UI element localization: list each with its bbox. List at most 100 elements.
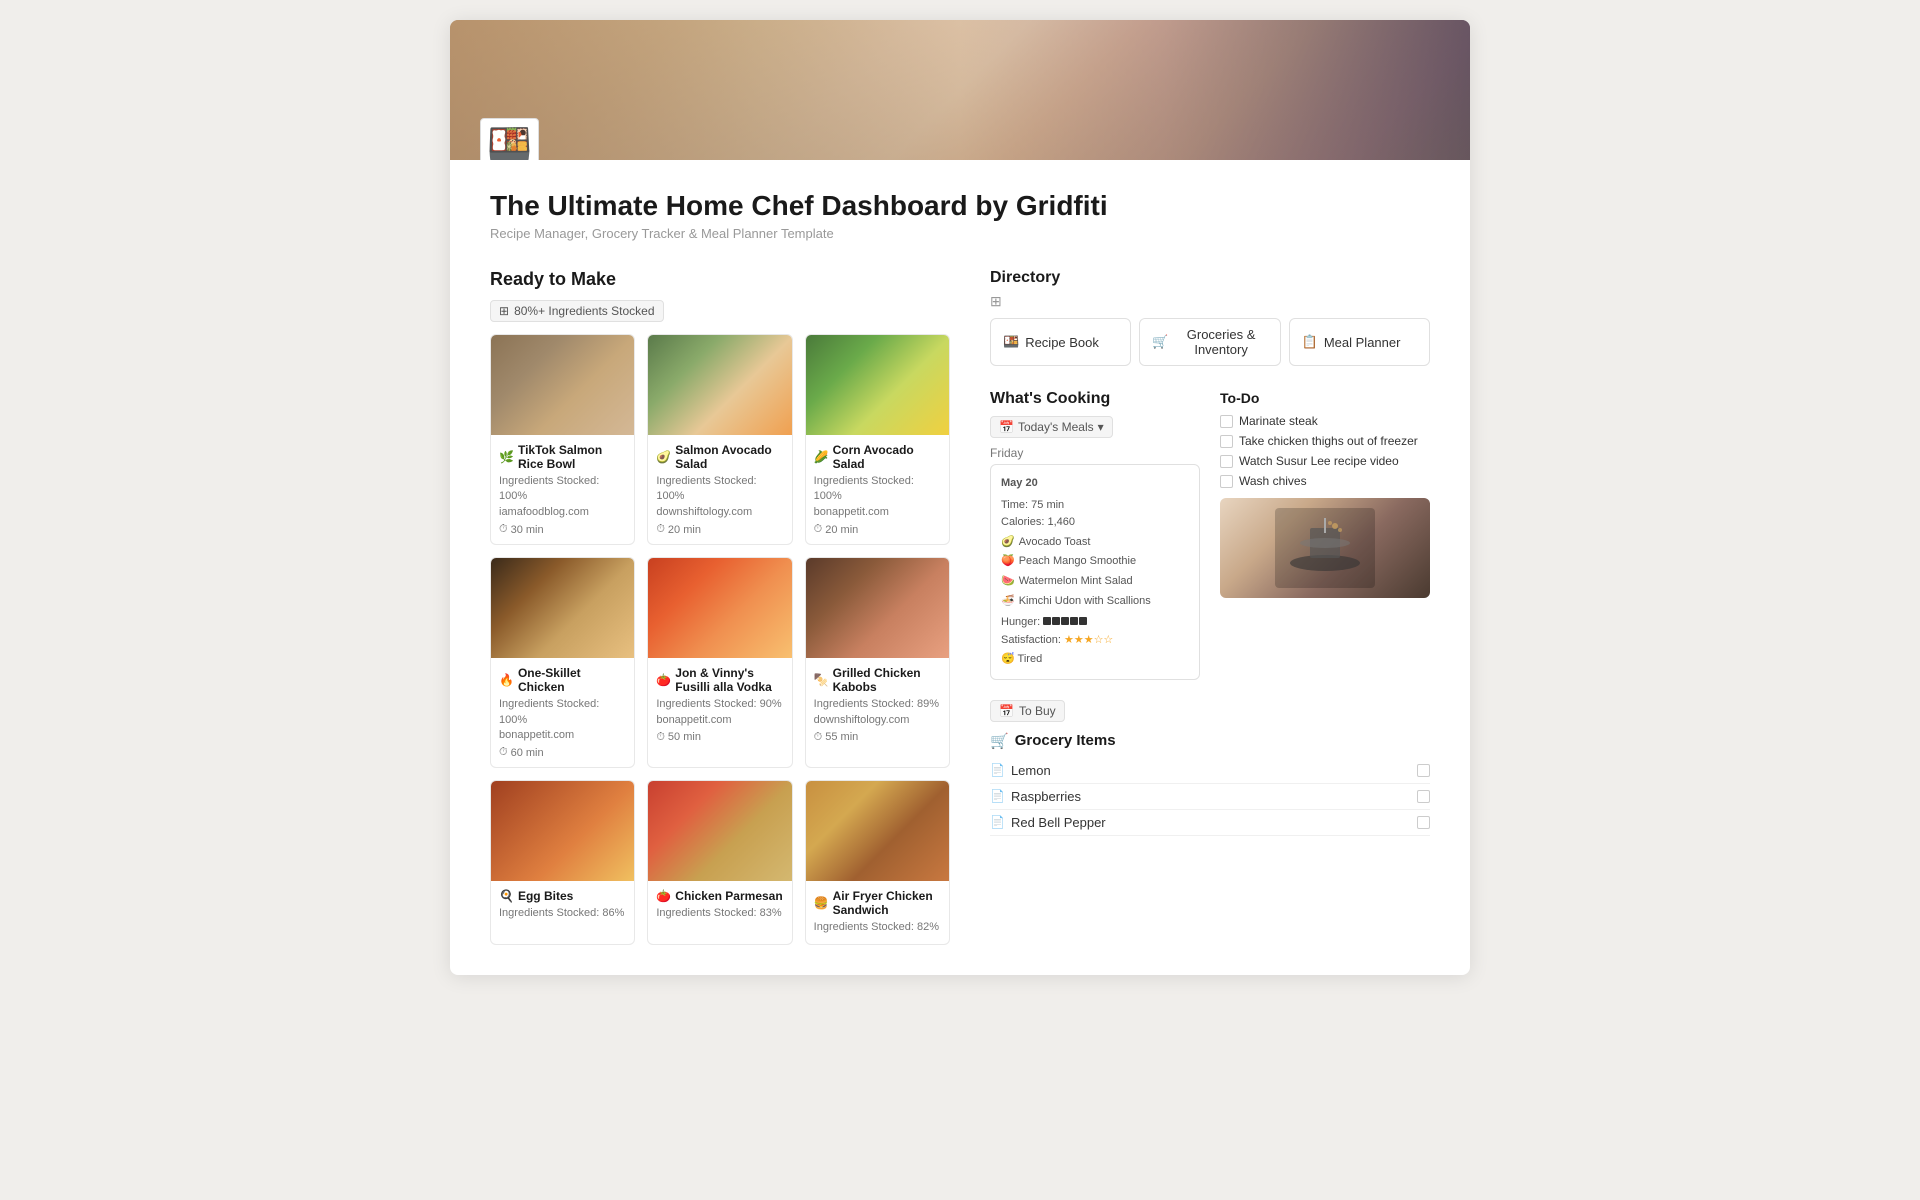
- right-column: Directory ⊞ 🍱 Recipe Book🛒 Groceries & I…: [990, 269, 1430, 945]
- recipe-source: downshiftology.com: [656, 505, 783, 520]
- hero-kitchen: [450, 20, 1470, 160]
- recipe-card[interactable]: 🌽 Corn Avocado Salad Ingredients Stocked…: [805, 334, 950, 545]
- todo-item: Marinate steak: [1220, 414, 1430, 428]
- recipe-name: 🍢 Grilled Chicken Kabobs: [814, 666, 941, 694]
- recipe-emoji: 🍅: [656, 673, 671, 687]
- meal-calories: Calories: 1,460: [1001, 514, 1189, 532]
- recipe-info: 🍢 Grilled Chicken Kabobs Ingredients Sto…: [806, 658, 949, 752]
- table-icon: ⊞: [990, 293, 1430, 310]
- dir-btn-emoji: 🍱: [1003, 334, 1019, 350]
- grocery-item-name: Red Bell Pepper: [1011, 815, 1106, 830]
- recipe-source: downshiftology.com: [814, 713, 941, 728]
- recipe-stocked: Ingredients Stocked: 90%: [656, 697, 783, 712]
- satisfaction-row: Satisfaction: ★★★☆☆: [1001, 632, 1189, 650]
- recipe-source: bonappetit.com: [656, 713, 783, 728]
- todo-item: Watch Susur Lee recipe video: [1220, 454, 1430, 468]
- grocery-title: 🛒 Grocery Items: [990, 732, 1430, 750]
- meal-emoji: 🍜: [1001, 593, 1015, 611]
- grocery-checkbox[interactable]: [1417, 816, 1430, 829]
- recipe-grid: 🌿 TikTok Salmon Rice Bowl Ingredients St…: [490, 334, 950, 945]
- recipe-card[interactable]: 🍳 Egg Bites Ingredients Stocked: 86%: [490, 780, 635, 944]
- grocery-item: 📄 Lemon: [990, 758, 1430, 784]
- todo-checkbox[interactable]: [1220, 455, 1233, 468]
- cooking-right: To-Do Marinate steakTake chicken thighs …: [1220, 390, 1430, 680]
- recipe-emoji: 🍳: [499, 889, 514, 903]
- recipe-emoji: 🍔: [814, 896, 829, 910]
- two-col-layout: Ready to Make ⊞ 80%+ Ingredients Stocked…: [490, 269, 1430, 945]
- recipe-name: 🍅 Jon & Vinny's Fusilli alla Vodka: [656, 666, 783, 694]
- meal-date: May 20: [1001, 475, 1189, 493]
- whats-cooking-title: What's Cooking: [990, 390, 1200, 408]
- recipe-time: ⏱20 min: [814, 523, 941, 536]
- meal-item: 🍉Watermelon Mint Salad: [1001, 573, 1189, 591]
- meal-time: Time: 75 min: [1001, 497, 1189, 515]
- directory-buttons: 🍱 Recipe Book🛒 Groceries & Inventory📋 Me…: [990, 318, 1430, 366]
- recipe-source: iamafoodblog.com: [499, 505, 626, 520]
- recipe-name: 🔥 One-Skillet Chicken: [499, 666, 626, 694]
- meal-emoji: 🍉: [1001, 573, 1015, 591]
- todo-checkbox[interactable]: [1220, 435, 1233, 448]
- recipe-emoji: 🍢: [814, 673, 829, 687]
- recipe-card[interactable]: 🍔 Air Fryer Chicken Sandwich Ingredients…: [805, 780, 950, 944]
- recipe-image: [648, 558, 791, 658]
- recipe-info: 🍳 Egg Bites Ingredients Stocked: 86%: [491, 881, 634, 929]
- recipe-name: 🍔 Air Fryer Chicken Sandwich: [814, 889, 941, 917]
- recipe-emoji: 🔥: [499, 673, 514, 687]
- recipe-info: 🍅 Chicken Parmesan Ingredients Stocked: …: [648, 881, 791, 929]
- doc-icon: 📄: [990, 815, 1005, 829]
- to-buy-section: 📅 To Buy 🛒 Grocery Items 📄 Lemon 📄 Raspb…: [990, 700, 1430, 836]
- dir-btn-emoji: 📋: [1302, 334, 1318, 350]
- todo-checkbox[interactable]: [1220, 475, 1233, 488]
- calendar-icon-2: 📅: [999, 704, 1014, 718]
- todo-checkbox[interactable]: [1220, 415, 1233, 428]
- satisfaction-label: Satisfaction:: [1001, 634, 1064, 646]
- satisfaction-stars: ★★★☆☆: [1064, 634, 1113, 646]
- recipe-image: [491, 335, 634, 435]
- page-subtitle: Recipe Manager, Grocery Tracker & Meal P…: [490, 226, 1430, 241]
- meal-item: 🍜Kimchi Udon with Scallions: [1001, 593, 1189, 611]
- dir-btn-recipe-book[interactable]: 🍱 Recipe Book: [990, 318, 1131, 366]
- recipe-time: ⏱60 min: [499, 746, 626, 759]
- recipe-card[interactable]: 🌿 TikTok Salmon Rice Bowl Ingredients St…: [490, 334, 635, 545]
- recipe-card[interactable]: 🔥 One-Skillet Chicken Ingredients Stocke…: [490, 557, 635, 768]
- to-buy-badge[interactable]: 📅 To Buy: [990, 700, 1065, 722]
- today-meals-btn[interactable]: 📅 Today's Meals ▾: [990, 416, 1113, 438]
- whats-cooking-section: What's Cooking 📅 Today's Meals ▾ Friday …: [990, 390, 1430, 680]
- dir-btn-meal-planner[interactable]: 📋 Meal Planner: [1289, 318, 1430, 366]
- recipe-info: 🥑 Salmon Avocado Salad Ingredients Stock…: [648, 435, 791, 544]
- recipe-card[interactable]: 🍅 Chicken Parmesan Ingredients Stocked: …: [647, 780, 792, 944]
- calendar-icon: 📅: [999, 420, 1014, 434]
- recipe-card[interactable]: 🥑 Salmon Avocado Salad Ingredients Stock…: [647, 334, 792, 545]
- meal-name: Watermelon Mint Salad: [1019, 573, 1133, 591]
- recipe-stocked: Ingredients Stocked: 100%: [499, 474, 626, 505]
- meal-card: May 20 Time: 75 min Calories: 1,460 🥑Avo…: [990, 464, 1200, 680]
- recipe-card[interactable]: 🍢 Grilled Chicken Kabobs Ingredients Sto…: [805, 557, 950, 768]
- directory-section: Directory ⊞ 🍱 Recipe Book🛒 Groceries & I…: [990, 269, 1430, 366]
- recipe-stocked: Ingredients Stocked: 82%: [814, 920, 941, 935]
- hunger-square: [1061, 617, 1069, 625]
- todo-item: Wash chives: [1220, 474, 1430, 488]
- meal-emoji: 🍑: [1001, 553, 1015, 571]
- day-label: Friday: [990, 446, 1200, 460]
- recipe-info: 🌽 Corn Avocado Salad Ingredients Stocked…: [806, 435, 949, 544]
- recipe-emoji: 🌽: [814, 450, 829, 464]
- hunger-square: [1043, 617, 1051, 625]
- grocery-item-name: Raspberries: [1011, 789, 1081, 804]
- cooking-photo: [1220, 498, 1430, 598]
- recipe-info: 🌿 TikTok Salmon Rice Bowl Ingredients St…: [491, 435, 634, 544]
- grocery-checkbox[interactable]: [1417, 790, 1430, 803]
- hunger-bar: [1043, 617, 1087, 625]
- grocery-checkbox[interactable]: [1417, 764, 1430, 777]
- doc-icon: 📄: [990, 763, 1005, 777]
- recipe-card[interactable]: 🍅 Jon & Vinny's Fusilli alla Vodka Ingre…: [647, 557, 792, 768]
- meal-item: 🍑Peach Mango Smoothie: [1001, 553, 1189, 571]
- recipe-name: 🍳 Egg Bites: [499, 889, 626, 903]
- grocery-item-left: 📄 Red Bell Pepper: [990, 815, 1106, 830]
- todo-item: Take chicken thighs out of freezer: [1220, 434, 1430, 448]
- meal-name: Kimchi Udon with Scallions: [1019, 593, 1151, 611]
- recipe-info: 🍅 Jon & Vinny's Fusilli alla Vodka Ingre…: [648, 658, 791, 752]
- dir-btn-groceries-&-inventory[interactable]: 🛒 Groceries & Inventory: [1139, 318, 1280, 366]
- recipe-stocked: Ingredients Stocked: 83%: [656, 906, 783, 921]
- todo-text: Marinate steak: [1239, 414, 1318, 428]
- grocery-item: 📄 Red Bell Pepper: [990, 810, 1430, 836]
